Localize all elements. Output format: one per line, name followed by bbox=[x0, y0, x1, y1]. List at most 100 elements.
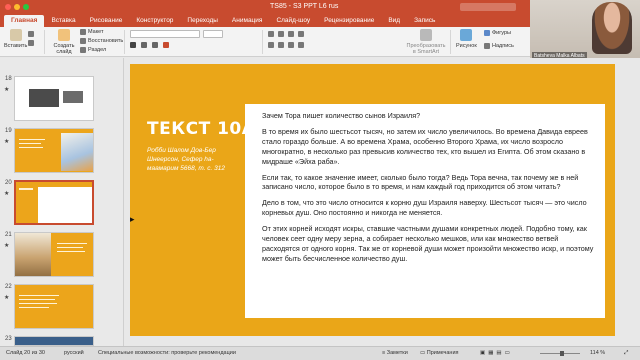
reset-button[interactable]: Восстановить bbox=[80, 38, 123, 44]
reset-label: Восстановить bbox=[88, 38, 124, 44]
star-icon: ★ bbox=[4, 295, 10, 301]
bold-icon[interactable] bbox=[130, 42, 136, 48]
justify-icon[interactable] bbox=[298, 42, 304, 48]
zoom-level[interactable]: 114 % bbox=[590, 350, 605, 356]
underline-icon[interactable] bbox=[152, 42, 158, 48]
bullets-icon[interactable] bbox=[268, 31, 274, 37]
slide-number: 21 bbox=[5, 232, 12, 238]
star-icon: ★ bbox=[4, 243, 10, 249]
paragraph: Если так, то какое значение имеет, сколь… bbox=[262, 172, 579, 192]
scissors-icon bbox=[28, 31, 34, 37]
video-feed: Batsheva Malka Albats bbox=[530, 0, 640, 62]
slide-thumbnail-active[interactable] bbox=[14, 180, 94, 225]
tab-home[interactable]: Главная bbox=[4, 15, 45, 27]
indent-icon[interactable] bbox=[288, 31, 294, 37]
tab-insert[interactable]: Вставка bbox=[44, 15, 82, 27]
new-slide-icon bbox=[58, 29, 70, 41]
font-family-select[interactable] bbox=[130, 30, 200, 38]
italic-icon[interactable] bbox=[141, 42, 147, 48]
star-icon: ★ bbox=[4, 139, 10, 145]
slide-text-box[interactable]: Зачем Тора пишет количество сынов Израил… bbox=[245, 104, 605, 318]
comments-button[interactable]: ▭ Примечания bbox=[420, 350, 459, 356]
slide-source[interactable]: Робби Шалом Дов-Бер Шнеерсон, Сефер ha-м… bbox=[147, 146, 243, 173]
align-right-icon[interactable] bbox=[288, 42, 294, 48]
view-buttons[interactable]: ▣▦▤▭ bbox=[480, 350, 513, 356]
mouse-pointer: ▸ bbox=[130, 214, 135, 224]
slide-title[interactable]: ТЕКСТ 10А bbox=[147, 119, 255, 139]
tab-draw[interactable]: Рисование bbox=[83, 15, 130, 27]
numbering-icon[interactable] bbox=[278, 31, 284, 37]
paste-label: Вставить bbox=[4, 43, 28, 49]
language-indicator[interactable]: русский bbox=[64, 350, 84, 356]
paragraph: Зачем Тора пишет количество сынов Израил… bbox=[262, 111, 421, 120]
section-label: Раздел bbox=[88, 47, 107, 53]
tab-animations[interactable]: Анимация bbox=[225, 15, 270, 27]
font-color-icon[interactable] bbox=[163, 42, 169, 48]
clipboard-icon bbox=[9, 29, 22, 41]
paste-button[interactable]: Вставить bbox=[4, 29, 27, 49]
new-slide-button[interactable]: Создать слайд bbox=[50, 29, 78, 55]
slide-thumbnail[interactable] bbox=[14, 76, 94, 121]
current-slide[interactable]: ТЕКСТ 10А Робби Шалом Дов-Бер Шнеерсон, … bbox=[130, 64, 615, 336]
star-icon: ★ bbox=[4, 191, 10, 197]
zoom-slider-handle[interactable] bbox=[560, 351, 564, 356]
slide-thumbnail[interactable] bbox=[14, 128, 94, 173]
line-spacing-icon[interactable] bbox=[298, 31, 304, 37]
reset-icon bbox=[80, 38, 86, 44]
shapes-button[interactable]: Фигуры bbox=[484, 30, 511, 36]
close-window-button[interactable] bbox=[5, 4, 11, 10]
slide-thumbnail[interactable] bbox=[14, 284, 94, 329]
align-left-icon[interactable] bbox=[268, 42, 274, 48]
tab-record[interactable]: Запись bbox=[407, 15, 442, 27]
section-icon bbox=[80, 47, 86, 53]
minimize-window-button[interactable] bbox=[14, 4, 20, 10]
tab-slideshow[interactable]: Слайд-шоу bbox=[269, 15, 317, 27]
zoom-window-button[interactable] bbox=[23, 4, 29, 10]
paragraph: От этих корней исходят искры, ставшие ча… bbox=[262, 224, 594, 263]
slide-number: 19 bbox=[5, 128, 12, 134]
ribbon-divider bbox=[44, 30, 45, 54]
caption-label: Надпись bbox=[492, 43, 514, 49]
slide-thumbnail[interactable] bbox=[14, 336, 94, 346]
picture-label: Рисунок bbox=[456, 43, 477, 49]
accessibility-checker[interactable]: Специальные возможности: проверьте реком… bbox=[98, 350, 236, 356]
tab-transitions[interactable]: Переходы bbox=[180, 15, 225, 27]
font-size-select[interactable] bbox=[203, 30, 223, 38]
slide-thumbnail-panel: 18 ★ 19 ★ 20 ★ 21 ★ 22 ★ 23 bbox=[0, 58, 124, 346]
slide-thumbnail[interactable] bbox=[14, 232, 94, 277]
layout-button[interactable]: Макет bbox=[80, 29, 104, 35]
convert-smartart-button[interactable]: Преобразовать в SmartArt bbox=[406, 29, 446, 55]
ribbon-tabs: Главная Вставка Рисование Конструктор Пе… bbox=[0, 14, 530, 27]
layout-icon bbox=[80, 29, 86, 35]
tab-view[interactable]: Вид bbox=[381, 15, 407, 27]
picture-button[interactable]: Рисунок bbox=[456, 29, 477, 49]
new-slide-label: Создать слайд bbox=[53, 43, 75, 55]
window-controls[interactable] bbox=[5, 4, 29, 10]
copy-button[interactable] bbox=[28, 40, 34, 46]
layout-label: Макет bbox=[88, 29, 104, 35]
search-input[interactable] bbox=[460, 3, 516, 11]
slide-number: 22 bbox=[5, 284, 12, 290]
ribbon-divider bbox=[450, 30, 451, 54]
cut-button[interactable] bbox=[28, 31, 34, 37]
section-button[interactable]: Раздел bbox=[80, 47, 106, 53]
star-icon: ★ bbox=[4, 87, 10, 93]
notes-button[interactable]: ≡ Заметки bbox=[382, 350, 408, 356]
status-bar: Слайд 20 из 30 русский Специальные возмо… bbox=[0, 346, 640, 360]
align-group bbox=[268, 42, 304, 48]
window-title: TS85 - S3 PPT L6 rus bbox=[270, 3, 339, 10]
ribbon-divider bbox=[124, 30, 125, 54]
picture-icon bbox=[460, 29, 473, 41]
caption-button[interactable]: Надпись bbox=[484, 43, 514, 49]
slide-number: 18 bbox=[5, 76, 12, 82]
smartart-icon bbox=[420, 29, 432, 41]
slide-editor[interactable]: ТЕКСТ 10А Робби Шалом Дов-Бер Шнеерсон, … bbox=[125, 58, 640, 346]
copy-icon bbox=[28, 40, 34, 46]
paragraph-group bbox=[268, 31, 304, 37]
tab-review[interactable]: Рецензирование bbox=[317, 15, 381, 27]
notes-label: Заметки bbox=[386, 350, 408, 356]
align-center-icon[interactable] bbox=[278, 42, 284, 48]
text-box-icon bbox=[484, 43, 490, 49]
fit-to-window-icon[interactable]: ⤢ bbox=[624, 350, 628, 357]
tab-design[interactable]: Конструктор bbox=[129, 15, 180, 27]
